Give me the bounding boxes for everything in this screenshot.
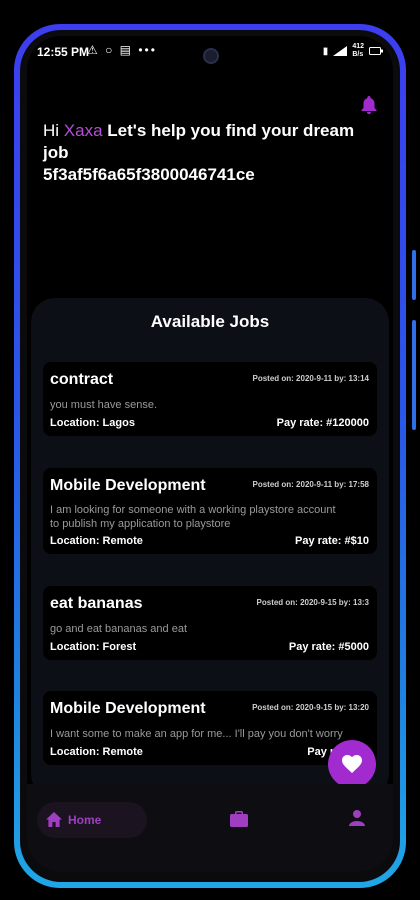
job-pay: Pay rate: #120000	[276, 417, 369, 429]
user-id: 5f3af5f6a65f3800046741ce	[43, 165, 255, 184]
notification-icons: ⚠ ○ ▤ •••	[87, 43, 157, 57]
job-title: Mobile Development	[50, 700, 206, 717]
net-speed-unit: B/s	[352, 51, 364, 58]
job-card[interactable]: eat bananas Posted on: 2020-9-15 by: 13:…	[43, 586, 377, 660]
nav-home[interactable]: Home	[37, 802, 147, 838]
job-description: I am looking for someone with a working …	[50, 504, 336, 516]
person-icon[interactable]	[349, 810, 365, 831]
jobs-panel: Available Jobs contract Posted on: 2020-…	[31, 298, 389, 798]
nav-home-label: Home	[68, 813, 102, 827]
job-card[interactable]: contract Posted on: 2020-9-11 by: 13:14 …	[43, 362, 377, 436]
job-posted: Posted on: 2020-9-15 by: 13:20	[252, 703, 369, 712]
camera-cutout	[203, 48, 219, 64]
signal-icon	[333, 46, 348, 56]
greeting: Hi Xaxa Let's help you find your dream j…	[43, 120, 383, 186]
job-card[interactable]: Mobile Development Posted on: 2020-9-11 …	[43, 468, 377, 554]
briefcase-icon[interactable]	[230, 811, 248, 832]
status-right: ▮ 412 B/s	[323, 43, 383, 59]
job-posted: Posted on: 2020-9-11 by: 13:14	[252, 374, 370, 383]
net-speed-value: 412	[352, 43, 364, 50]
favorites-fab[interactable]	[328, 740, 376, 788]
job-title: eat bananas	[50, 595, 143, 612]
status-time: 12:55 PM	[37, 45, 90, 59]
status-bar: 12:55 PM ⚠ ○ ▤ ••• ▮ 412 B/s	[27, 36, 393, 64]
volume-button	[412, 250, 416, 300]
panel-title: Available Jobs	[150, 312, 270, 331]
job-title: contract	[50, 371, 114, 388]
job-pay: Pay rate: #5000	[288, 641, 369, 653]
battery-icon	[369, 47, 383, 55]
job-pay: Pay rate: #$10	[295, 535, 369, 547]
job-title: Mobile Development	[50, 477, 206, 494]
job-location: Location: Remote	[50, 535, 143, 547]
job-posted: Posted on: 2020-9-15 by: 13:3	[256, 598, 369, 607]
bell-icon[interactable]	[361, 96, 377, 119]
job-card[interactable]: Mobile Development Posted on: 2020-9-15 …	[43, 691, 377, 765]
job-posted: Posted on: 2020-9-11 by: 17:58	[252, 480, 370, 489]
vibrate-icon: ▮	[322, 45, 329, 57]
job-location: Location: Forest	[50, 641, 137, 653]
greeting-hi: Hi	[43, 121, 60, 140]
heart-icon	[342, 755, 362, 773]
job-location: Location: Remote	[50, 746, 143, 758]
job-description: you must have sense.	[50, 399, 158, 411]
net-speed: 412 B/s	[352, 43, 364, 59]
job-description: to publish my application to playstore	[50, 518, 231, 530]
job-description: I want some to make an app for me... I'l…	[50, 728, 343, 740]
user-name: Xaxa	[63, 121, 103, 140]
job-location: Location: Lagos	[50, 417, 135, 429]
home-icon	[46, 812, 62, 827]
power-button	[412, 320, 416, 430]
job-description: go and eat bananas and eat	[50, 623, 188, 635]
app-screen: 12:55 PM ⚠ ○ ▤ ••• ▮ 412 B/s Hi Xaxa Let…	[27, 36, 393, 872]
bottom-nav: Home	[27, 784, 393, 872]
